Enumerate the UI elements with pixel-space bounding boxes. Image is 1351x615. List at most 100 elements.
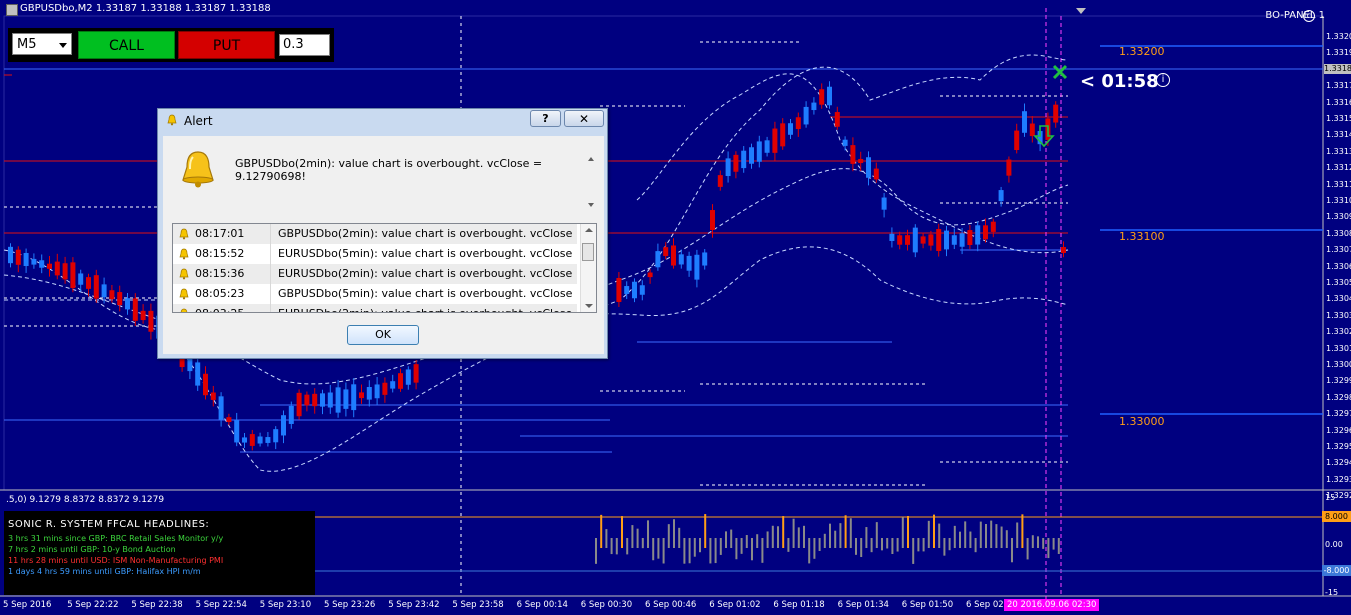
price-tick: 1.3301 [1326, 343, 1351, 353]
price-tick: 1.3319 [1326, 48, 1351, 58]
alert-titlebar[interactable]: Alert ? ✕ [158, 109, 607, 131]
price-tick: 1.3294 [1326, 458, 1351, 468]
alert-history-row[interactable]: 08:05:23 GBPUSDbo(5min): value chart is o… [173, 284, 577, 304]
candle-body [1053, 104, 1059, 123]
candle-body [249, 434, 255, 446]
candle-body [335, 387, 341, 413]
candle-body [889, 233, 895, 241]
candle-body [951, 235, 957, 245]
candle-body [273, 429, 279, 443]
candle-body [1014, 130, 1020, 151]
price-tick: 1.3311 [1326, 179, 1351, 189]
candle-body [772, 128, 778, 153]
candle-body [624, 286, 630, 294]
list-scroll-thumb[interactable] [582, 243, 594, 261]
bell-icon [179, 268, 189, 280]
candle-body [944, 230, 949, 250]
candle-body [93, 275, 99, 299]
column-divider [270, 264, 271, 284]
alert-row-time: 08:15:36 [195, 267, 245, 280]
alert-dialog: Alert ? ✕ GBPUSDbo(2min): value chart is… [157, 108, 608, 359]
candle-body [639, 285, 645, 295]
candle-body [47, 263, 52, 269]
candle-body [749, 147, 754, 164]
candle-body [210, 392, 216, 400]
alert-history-row[interactable]: 08:15:36 EURUSDbo(2min): value chart is o… [173, 264, 577, 284]
candle-body [140, 310, 146, 321]
price-tick: 1.3299 [1326, 376, 1351, 386]
candle-body [288, 405, 294, 424]
price-tick: 1.3312 [1326, 163, 1351, 173]
alert-message-area: GBPUSDbo(2min): value chart is overbough… [165, 139, 601, 209]
candle-body [70, 262, 76, 289]
alert-history-row[interactable]: 08:03:25 EURUSDbo(2min): value chart is o… [173, 304, 577, 312]
alert-title: Alert [184, 114, 213, 128]
info-circle-icon[interactable]: i [1156, 73, 1170, 87]
amount-input[interactable]: 0.3 [279, 34, 330, 56]
candle-body [296, 392, 302, 417]
list-scrollbar[interactable] [580, 224, 596, 312]
time-tick: 5 Sep 23:10 [259, 600, 312, 610]
price-tick: 1.3297 [1326, 409, 1351, 419]
candle-body [125, 298, 130, 310]
chart-window-title: GBPUSDbo,M2 1.33187 1.33188 1.33187 1.33… [4, 2, 1340, 16]
bell-icon [180, 308, 188, 312]
candle-body [733, 154, 739, 172]
candle-body [327, 392, 333, 408]
column-divider [270, 304, 271, 312]
alert-history-list[interactable]: 08:17:01 GBPUSDbo(2min): value chart is o… [172, 223, 597, 313]
bo-panel-label: BO-PANEL 1 [1265, 10, 1325, 21]
candle-body [686, 255, 692, 271]
indicator-axis-0: 0.00 [1325, 540, 1343, 549]
price-tick: 1.3303 [1326, 310, 1351, 320]
crosshair-date-tag: 20 2016.09.06 02:30 [1004, 599, 1100, 611]
candle-body [671, 245, 676, 266]
candle-body [975, 225, 981, 245]
timeframe-select[interactable]: M5 [12, 33, 72, 55]
alert-row-time: 08:15:52 [195, 247, 245, 260]
candle-body [226, 417, 232, 423]
candle-body [187, 357, 193, 372]
indicator-axis-m15: -15 [1325, 588, 1339, 597]
ok-button[interactable]: OK [347, 325, 419, 345]
alert-history-row[interactable]: 08:15:52 EURUSDbo(5min): value chart is o… [173, 244, 577, 264]
candle-body [218, 396, 224, 420]
candle-body [242, 437, 247, 443]
close-button[interactable]: ✕ [564, 110, 604, 127]
bell-icon [179, 288, 189, 300]
current-price-tag: 1.3318 [1324, 64, 1351, 74]
help-button[interactable]: ? [530, 110, 561, 127]
candle-body [15, 249, 21, 265]
candle-body [866, 157, 871, 178]
indicator-lower-tag: -8.000 [1322, 565, 1351, 576]
time-tick: 5 Sep 23:42 [388, 600, 440, 610]
candle-body [374, 384, 380, 399]
candle-body [912, 227, 918, 253]
put-button[interactable]: PUT [178, 31, 275, 59]
call-button[interactable]: CALL [78, 31, 175, 59]
indicator-upper-tag: 8.000 [1322, 511, 1351, 522]
price-tick: 1.3306 [1326, 261, 1351, 271]
candle-body [78, 273, 84, 285]
price-tick: 1.3293 [1326, 474, 1351, 484]
time-tick: 6 Sep 00:14 [516, 600, 568, 610]
price-tick: 1.3310 [1326, 196, 1351, 205]
candle-body [647, 272, 653, 278]
price-tick: 1.3314 [1326, 130, 1351, 140]
candle-body [928, 234, 934, 246]
candle-body [8, 246, 13, 264]
close-marker [1052, 64, 1068, 80]
indicator-axis-15: 15 [1325, 493, 1336, 502]
time-tick: 6 Sep 01:02 [709, 600, 761, 610]
message-scrollbar[interactable] [585, 153, 597, 211]
time-tick: 6 Sep 01:18 [773, 600, 825, 610]
column-divider [270, 224, 271, 244]
candle-body [1006, 159, 1012, 176]
candle-body [811, 102, 817, 111]
candle-body [398, 373, 403, 389]
candle-body [351, 384, 357, 411]
price-tick: 1.3295 [1326, 442, 1351, 451]
candle-body [39, 260, 45, 268]
alert-history-row[interactable]: 08:17:01 GBPUSDbo(2min): value chart is o… [173, 224, 577, 244]
column-divider [270, 244, 271, 264]
